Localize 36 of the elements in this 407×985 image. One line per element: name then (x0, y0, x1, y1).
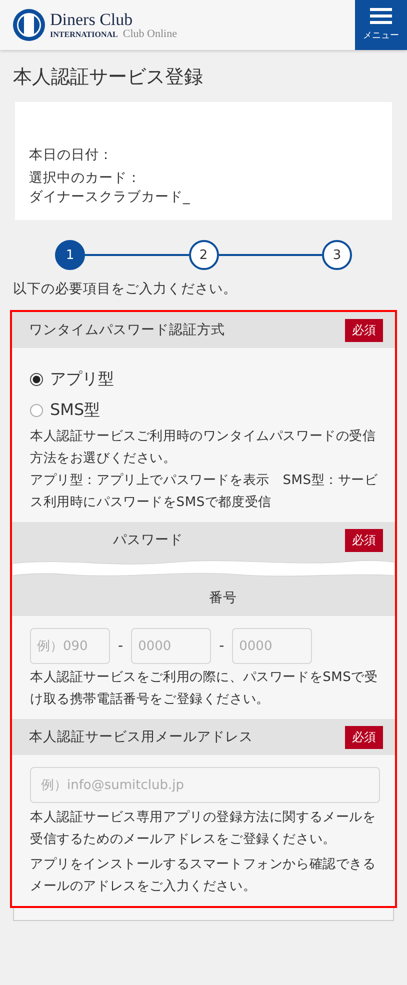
section-title: 番号 (209, 589, 237, 607)
phone-input-field[interactable]: 例）090 (30, 628, 110, 664)
dash-separator: - (219, 638, 224, 654)
service-name: Club Online (122, 28, 177, 40)
phone-input-field[interactable]: 0000 (232, 628, 312, 664)
radio-button[interactable] (30, 373, 43, 386)
menu-button[interactable]: メニュー (355, 0, 407, 50)
dash-separator: - (118, 638, 124, 654)
section-title: 本人認証サービス用メールアドレス (29, 728, 253, 746)
info-text: ダイナースクラブカード_ (29, 188, 191, 207)
section-title: パスワード (113, 531, 183, 549)
logo-title: Diners Club (50, 10, 134, 28)
menu-icon (370, 8, 392, 24)
help-text: 本人認証サービスご利用時のワンタイムパスワードの受信方法をお選びください。 (30, 428, 377, 468)
email-input-field[interactable]: 例）info@sumitclub.jp (30, 767, 380, 803)
help-text: アプリをインストールするスマートフォンから確認できるメールのアドレスをご入力ください。 (30, 856, 377, 896)
step-circle: 3 (322, 240, 352, 270)
info-text: 選択中のカード： (29, 169, 142, 188)
radio-button[interactable] (30, 404, 43, 417)
instruction-text: 以下の必要項目をご入力ください。 (13, 280, 238, 298)
step-circle: 1 (55, 240, 85, 270)
phone-input-field[interactable]: 0000 (131, 628, 212, 664)
radio-option[interactable]: アプリ型 (30, 364, 383, 395)
logo-subtitle: INTERNATIONAL (50, 30, 118, 38)
logo-icon (12, 8, 46, 42)
required-badge: 必須 (345, 528, 383, 552)
required-badge: 必須 (345, 726, 383, 748)
help-text: 本人認証サービス専用アプリの登録方法に関するメールを受信するためのメールアドレスをご登録ください。 (30, 809, 377, 849)
step-circle: 2 (188, 240, 218, 270)
section-title: ワンタイムパスワード認証方式 (29, 321, 225, 339)
info-text: 本日の日付： (29, 146, 114, 165)
help-text: アプリ型：アプリ上でパスワードを表示 SMS型：サービス利用時にパスワードをSMSで都度受信 (30, 472, 379, 512)
required-badge: 必須 (345, 318, 383, 342)
help-text: 本人認証サービスをご利用の際に、パスワードをSMSで受け取る携帯電話番号をご登録ください。 (30, 669, 379, 709)
page-title: 本人認証サービス登録 (12, 65, 204, 90)
radio-option[interactable]: SMS型 (30, 395, 383, 426)
